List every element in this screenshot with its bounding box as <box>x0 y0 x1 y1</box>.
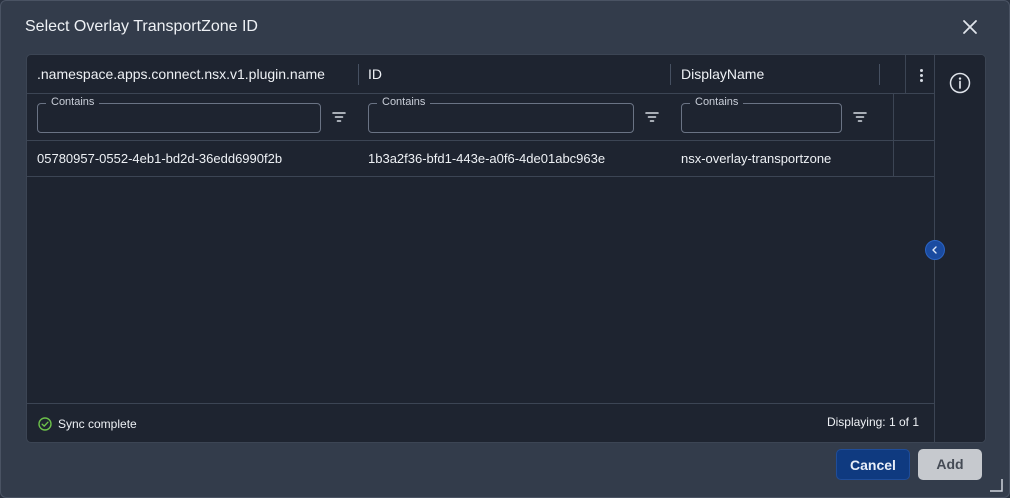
row-count: Displaying: 1 of 1 <box>826 415 919 429</box>
add-button[interactable]: Add <box>918 449 982 480</box>
filter-label: Contains <box>377 95 431 109</box>
filter-name-field[interactable]: Contains <box>37 95 321 133</box>
filter-icon[interactable] <box>853 111 867 123</box>
column-header-displayname[interactable]: DisplayName <box>681 55 764 94</box>
dialog-title: Select Overlay TransportZone ID <box>25 18 258 35</box>
column-header-name[interactable]: .namespace.apps.connect.nsx.v1.plugin.na… <box>37 55 325 94</box>
datagrid: .namespace.apps.connect.nsx.v1.plugin.na… <box>27 55 935 442</box>
column-header-row: .namespace.apps.connect.nsx.v1.plugin.na… <box>27 55 935 94</box>
kebab-menu-icon[interactable] <box>905 55 935 94</box>
column-divider <box>893 94 894 141</box>
cell-name: 05780957-0552-4eb1-bd2d-36edd6990f2b <box>37 151 283 166</box>
cancel-button[interactable]: Cancel <box>836 449 910 480</box>
cell-displayname: nsx-overlay-transportzone <box>681 151 832 166</box>
column-header-id[interactable]: ID <box>368 55 382 94</box>
filter-id-field[interactable]: Contains <box>368 95 634 133</box>
chevron-left-icon <box>932 246 937 254</box>
sync-status: Sync complete <box>58 417 137 431</box>
select-transportzone-dialog: Select Overlay TransportZone ID .namespa… <box>0 0 1010 498</box>
filter-icon[interactable] <box>332 111 346 123</box>
filter-label: Contains <box>690 95 744 109</box>
column-resize-handle[interactable] <box>670 64 671 85</box>
cell-id: 1b3a2f36-bfd1-443e-a0f6-4de01abc963e <box>368 151 606 166</box>
filter-row: Contains Contains Contains <box>27 94 935 141</box>
collapse-panel-button[interactable] <box>925 240 945 260</box>
filter-icon[interactable] <box>645 111 659 123</box>
column-divider <box>893 141 894 177</box>
grid-footer: Sync complete Displaying: 1 of 1 <box>27 403 935 442</box>
resize-grip-icon[interactable] <box>989 478 1003 492</box>
column-resize-handle[interactable] <box>358 64 359 85</box>
check-circle-icon <box>38 417 52 431</box>
filter-displayname-field[interactable]: Contains <box>681 95 842 133</box>
table-row[interactable]: 05780957-0552-4eb1-bd2d-36edd6990f2b 1b3… <box>27 141 935 177</box>
datagrid-panel: .namespace.apps.connect.nsx.v1.plugin.na… <box>26 54 986 443</box>
close-icon[interactable] <box>959 16 981 38</box>
filter-label: Contains <box>46 95 100 109</box>
column-resize-handle[interactable] <box>879 64 880 85</box>
info-icon[interactable] <box>949 72 971 94</box>
